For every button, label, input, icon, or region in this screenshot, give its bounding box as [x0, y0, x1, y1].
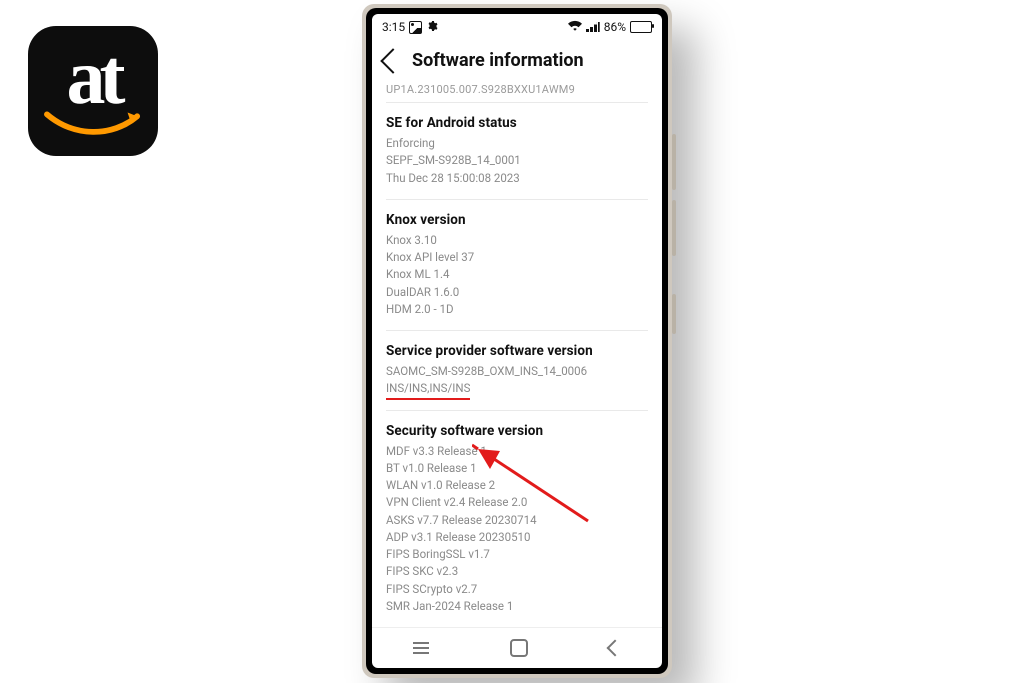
section-value: SAOMC_SM-S928B_OXM_INS_14_0006 INS/INS,I… [386, 363, 648, 398]
status-bar: 3:15 86% [372, 14, 662, 40]
at-logo: at [28, 26, 158, 156]
image-icon [409, 21, 422, 34]
back-icon[interactable] [380, 48, 405, 73]
side-button [672, 200, 676, 256]
section-title: Security software version [386, 423, 648, 439]
section-knox[interactable]: Knox version Knox 3.10 Knox API level 37… [386, 199, 648, 330]
battery-icon [630, 21, 652, 33]
section-value: Enforcing SEPF_SM-S928B_14_0001 Thu Dec … [386, 135, 648, 187]
section-value: MDF v3.3 Release 1 BT v1.0 Release 1 WLA… [386, 443, 648, 616]
back-nav-icon[interactable] [607, 640, 624, 657]
status-time: 3:15 [382, 20, 405, 34]
smile-icon [45, 110, 141, 136]
page-header: Software information [372, 40, 662, 83]
truncated-build: UP1A.231005.007.S928BXXU1AWM9 [386, 83, 648, 96]
section-service-provider[interactable]: Service provider software version SAOMC_… [386, 330, 648, 410]
side-button [672, 134, 676, 190]
recents-icon[interactable] [413, 647, 429, 649]
settings-content[interactable]: UP1A.231005.007.S928BXXU1AWM9 SE for And… [372, 83, 662, 627]
gear-icon [426, 20, 438, 35]
section-title: Service provider software version [386, 343, 648, 359]
section-value: Knox 3.10 Knox API level 37 Knox ML 1.4 … [386, 232, 648, 318]
phone-frame: 3:15 86% [362, 4, 672, 678]
wifi-icon [568, 20, 582, 34]
battery-percent: 86% [604, 20, 626, 34]
android-nav-bar [372, 627, 662, 668]
section-security-software[interactable]: Security software version MDF v3.3 Relea… [386, 410, 648, 628]
signal-icon [586, 22, 600, 32]
at-logo-text: at [67, 38, 120, 116]
page-title: Software information [412, 50, 584, 71]
home-icon[interactable] [510, 639, 528, 657]
side-button [672, 294, 676, 334]
section-se-android[interactable]: SE for Android status Enforcing SEPF_SM-… [386, 102, 648, 199]
section-title: SE for Android status [386, 115, 648, 131]
section-title: Knox version [386, 212, 648, 228]
